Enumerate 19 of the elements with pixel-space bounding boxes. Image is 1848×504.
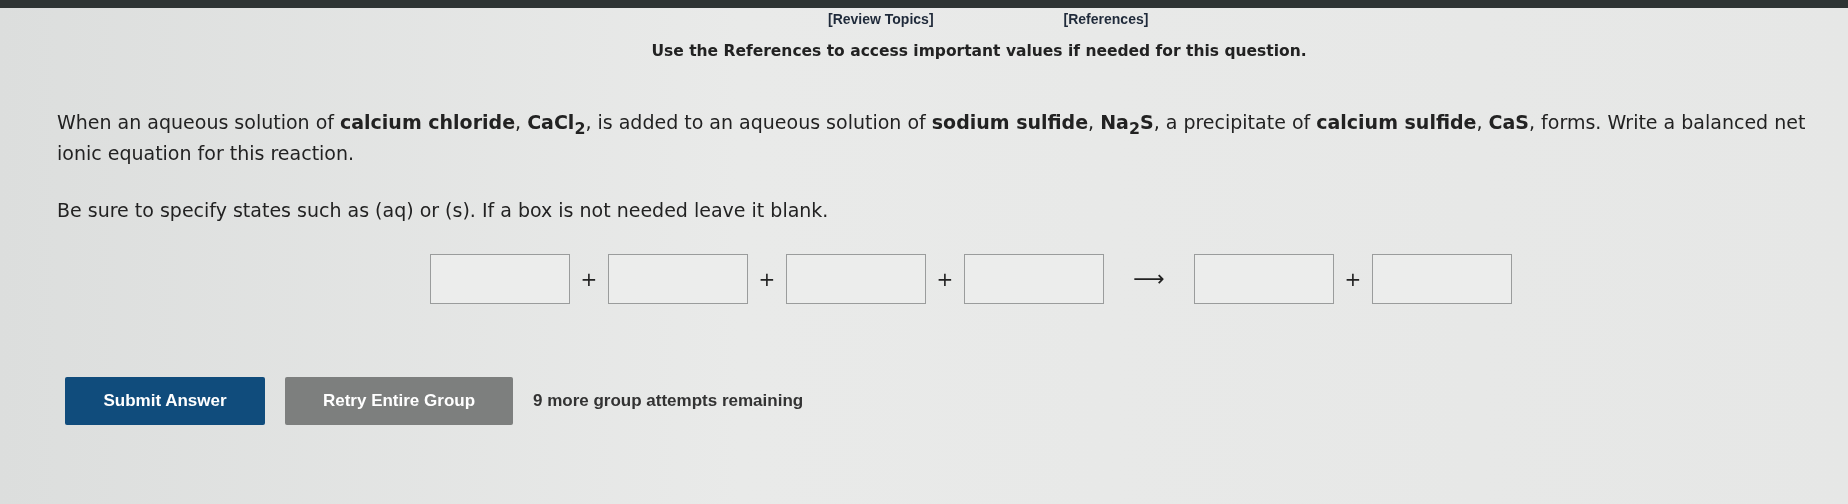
answer-box[interactable] (786, 253, 926, 304)
plus-sign: + (757, 266, 777, 291)
answer-box[interactable] (1194, 253, 1334, 304)
plus-sign: + (579, 266, 599, 291)
top-link[interactable]: [References] (1063, 11, 1149, 27)
plus-sign: + (935, 266, 955, 291)
attempts-text: 9 more group attempts remaining (533, 390, 804, 411)
answer-box[interactable] (964, 253, 1104, 304)
top-link[interactable]: [Review Topics] (828, 11, 934, 27)
question-text: When an aqueous solution of calcium chloride, CaCl$_{2}$, is added to an aqueous solution of sodium sulfide, Na$_{2}$S, a precipitate of calcium sulfide, CaS, forms. Write a balanced net ionic equation for this reaction. (57, 110, 1807, 166)
submit-button[interactable]: Submit Answer (65, 376, 265, 425)
retry-button[interactable]: Retry Entire Group (285, 376, 513, 425)
hint-text: Be sure to specify states such as (aq) or (s). If a box is not needed leave it blank. (57, 198, 830, 221)
answer-box[interactable] (430, 253, 570, 304)
plus-sign: + (1343, 266, 1363, 291)
answer-box[interactable] (608, 253, 748, 304)
answer-box[interactable] (1372, 253, 1512, 304)
instruction-text: Use the References to access important values if needed for this question. (650, 42, 1308, 60)
reaction-arrow: ⟶ (1132, 266, 1166, 292)
